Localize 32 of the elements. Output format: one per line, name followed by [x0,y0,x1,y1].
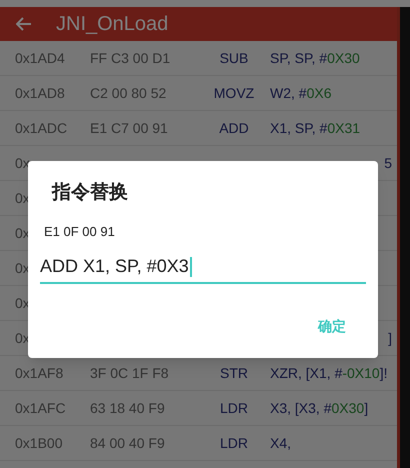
operands-cell: 5 [384,154,392,170]
instruction-input[interactable]: ADD X1, SP, #0X3 [40,253,366,284]
address-cell: 0x1B00 [15,434,62,450]
instruction-bytes: E1 0F 00 91 [43,222,116,240]
opcode-cell: ADD [219,120,249,136]
operands-cell: W2, #0X6 [270,84,332,100]
dialog-title: 指令替换 [50,181,129,205]
address-cell: 0x1AD4 [15,50,65,66]
opcode-cell: SUB [220,50,248,66]
opcode-cell: STR [220,364,248,380]
bytes-cell: FF C3 00 D1 [90,50,170,66]
bytes-cell: E1 C7 00 91 [90,120,168,136]
address-cell: 0x1ADC [15,120,68,136]
operands-cell: X3, [X3, #0X30] [270,400,368,416]
address-cell: 0x1AD8 [15,84,65,100]
operands-cell: X1, SP, #0X31 [270,120,360,136]
opcode-cell: MOVZ [214,84,254,100]
operands-cell: ] [388,330,392,346]
operands-cell: X4, [270,434,292,450]
address-cell: 0x [15,154,30,170]
bytes-cell: 63 18 40 F9 [90,400,165,416]
opcode-cell: LDR [220,400,248,416]
operands-cell: SP, SP, #0X30 [270,50,360,66]
address-cell: 0x1AFC [15,400,66,416]
bytes-cell: 3F 0C 1F F8 [90,364,169,380]
operands-cell: XZR, [X1, #-0X10]! [270,364,388,380]
back-arrow-icon[interactable] [16,17,32,31]
address-cell: 0x1AF8 [15,364,64,380]
bytes-cell: 84 00 40 F9 [90,434,165,450]
screen-title: JNI_OnLoad [56,12,168,37]
bytes-cell: C2 00 80 52 [90,84,166,100]
opcode-cell: LDR [220,434,248,450]
